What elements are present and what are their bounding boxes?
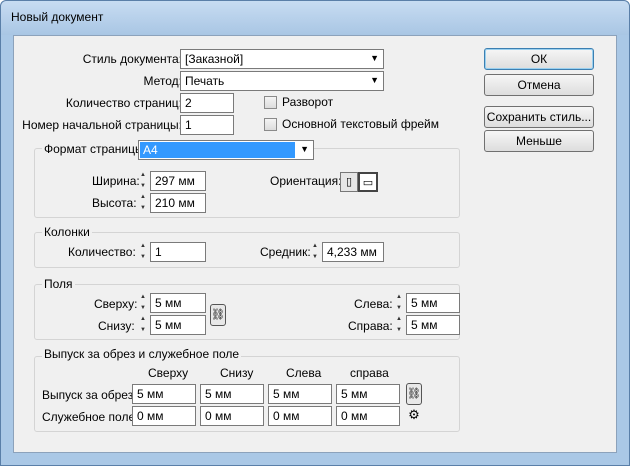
chevron-down-icon: ▼: [370, 75, 379, 85]
spinner-arrows-icon[interactable]: ▲ ▼: [394, 293, 404, 313]
bleed-header-top: Сверху: [148, 366, 189, 380]
start-page-label: Номер начальной страницы:: [22, 118, 182, 132]
slug-top-input[interactable]: 0 мм: [132, 406, 196, 426]
spread-checkbox[interactable]: [264, 96, 277, 109]
margin-left-input[interactable]: 5 мм: [406, 293, 460, 313]
columns-count-input[interactable]: 1: [150, 242, 206, 262]
title-bar[interactable]: Новый документ: [1, 1, 629, 35]
document-style-value: [Заказной]: [185, 52, 244, 66]
dialog-body: Стиль документа: [Заказной] ▼ Метод: Печ…: [13, 35, 617, 453]
chain-link-icon[interactable]: ⛓: [210, 304, 226, 326]
master-text-frame-label: Основной текстовый фрейм: [282, 117, 440, 131]
bleed-header-bottom: Снизу: [220, 366, 254, 380]
height-input[interactable]: 210 мм: [150, 193, 206, 213]
pages-count-input[interactable]: 2: [180, 93, 234, 113]
portrait-orientation-icon[interactable]: ▯: [340, 172, 358, 192]
page-size-value: A4: [140, 142, 295, 158]
margin-right-label: Справа:: [348, 319, 393, 333]
spinner-arrows-icon[interactable]: ▲ ▼: [138, 171, 148, 191]
spread-label: Разворот: [282, 95, 334, 109]
height-label: Высота:: [92, 196, 137, 210]
new-document-dialog: Новый документ Стиль документа: [Заказно…: [0, 0, 630, 466]
width-label: Ширина:: [92, 174, 140, 188]
ok-button[interactable]: ОК: [484, 48, 594, 70]
spinner-arrows-icon[interactable]: ▲ ▼: [138, 193, 148, 213]
gutter-input[interactable]: 4,233 мм: [322, 242, 384, 262]
pages-count-label: Количество страниц:: [65, 96, 182, 110]
document-style-select[interactable]: [Заказной] ▼: [180, 49, 384, 69]
page-size-select[interactable]: A4 ▼: [138, 140, 314, 160]
bleed-bottom-input[interactable]: 5 мм: [200, 384, 264, 404]
chevron-down-icon: ▼: [370, 53, 379, 63]
slug-row-label: Служебное поле:: [42, 410, 139, 424]
margin-bottom-label: Снизу:: [98, 319, 135, 333]
spinner-arrows-icon[interactable]: ▲ ▼: [138, 315, 148, 335]
slug-right-input[interactable]: 0 мм: [336, 406, 400, 426]
columns-title: Колонки: [42, 225, 92, 239]
columns-count-label: Количество:: [68, 245, 136, 259]
orientation-label: Ориентация:: [270, 174, 342, 188]
broken-chain-link-icon[interactable]: ⚙: [406, 405, 422, 427]
spinner-arrows-icon[interactable]: ▲ ▼: [138, 293, 148, 313]
method-value: Печать: [185, 74, 225, 88]
start-page-input[interactable]: 1: [180, 115, 234, 135]
method-select[interactable]: Печать ▼: [180, 71, 384, 91]
bleed-left-input[interactable]: 5 мм: [268, 384, 332, 404]
spinner-arrows-icon[interactable]: ▲ ▼: [138, 242, 148, 262]
bleed-right-input[interactable]: 5 мм: [336, 384, 400, 404]
margin-right-input[interactable]: 5 мм: [406, 315, 460, 335]
document-style-label: Стиль документа:: [82, 52, 182, 66]
width-input[interactable]: 297 мм: [150, 171, 206, 191]
gutter-label: Средник:: [260, 245, 311, 259]
spinner-arrows-icon[interactable]: ▲ ▼: [310, 242, 320, 262]
cancel-button[interactable]: Отмена: [484, 74, 594, 96]
margin-top-input[interactable]: 5 мм: [150, 293, 206, 313]
bleed-row-label: Выпуск за обрез:: [42, 388, 137, 402]
bleed-top-input[interactable]: 5 мм: [132, 384, 196, 404]
spinner-arrows-icon[interactable]: ▲ ▼: [394, 315, 404, 335]
fewer-options-button[interactable]: Меньше: [484, 130, 594, 152]
master-text-frame-checkbox[interactable]: [264, 118, 277, 131]
bleed-slug-title: Выпуск за обрез и служебное поле: [42, 347, 242, 361]
bleed-header-left: Слева: [286, 366, 322, 380]
method-label: Метод:: [143, 74, 182, 88]
chevron-down-icon: ▼: [300, 144, 309, 154]
page-size-label: Формат страницы:: [42, 142, 149, 156]
window-title: Новый документ: [11, 10, 104, 24]
slug-bottom-input[interactable]: 0 мм: [200, 406, 264, 426]
margins-title: Поля: [42, 277, 75, 291]
bleed-header-right: справа: [350, 366, 389, 380]
landscape-orientation-icon[interactable]: ▭: [358, 172, 378, 192]
margin-top-label: Сверху:: [94, 297, 138, 311]
margin-bottom-input[interactable]: 5 мм: [150, 315, 206, 335]
slug-left-input[interactable]: 0 мм: [268, 406, 332, 426]
save-style-button[interactable]: Сохранить стиль...: [484, 106, 594, 128]
chain-link-icon[interactable]: ⛓: [406, 383, 422, 405]
margin-left-label: Слева:: [354, 297, 393, 311]
